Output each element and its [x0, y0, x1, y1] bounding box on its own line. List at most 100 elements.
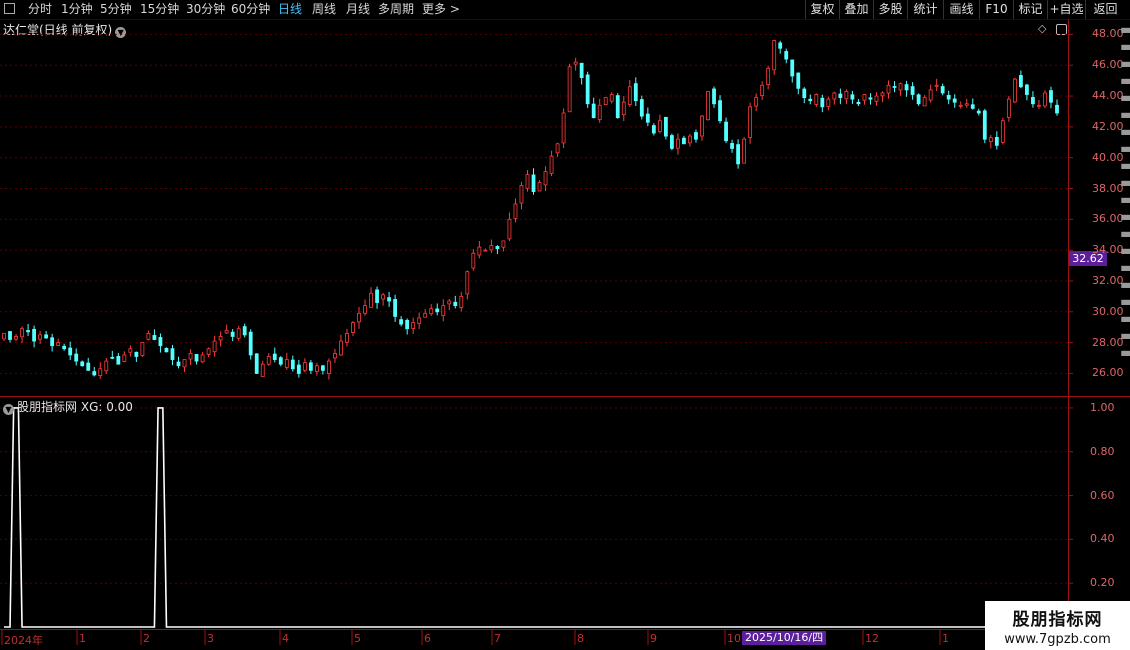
chevron-down-icon[interactable]: ▼: [3, 404, 14, 415]
candle-body: [1049, 90, 1053, 103]
candle-body: [495, 246, 500, 250]
candle-body: [970, 104, 975, 109]
indicator-axis-label: 0.20: [1090, 576, 1115, 590]
candle-body: [952, 98, 957, 103]
candle-body: [531, 174, 536, 192]
candle-body: [351, 322, 355, 333]
candle-body: [2, 332, 6, 340]
candle-body: [62, 345, 67, 350]
candle-body: [56, 342, 61, 346]
candle-body: [236, 328, 241, 339]
candle-body: [8, 331, 12, 340]
candle-body: [32, 328, 36, 342]
candle-body: [706, 91, 710, 121]
price-axis-label: 26.00: [1092, 366, 1124, 380]
candle-body: [988, 137, 993, 142]
watermark: 股朋指标网 www.7gpzb.com: [985, 601, 1130, 650]
candle-body: [50, 337, 55, 347]
candle-body: [86, 362, 91, 371]
candle-body: [1018, 75, 1023, 88]
candle-body: [1043, 92, 1047, 107]
candle-body: [688, 135, 692, 144]
candle-body: [910, 86, 915, 95]
candle-body: [68, 347, 73, 356]
candle-body: [615, 95, 620, 119]
candle-body: [224, 329, 229, 334]
price-axis-label: 48.00: [1092, 27, 1124, 41]
candle-body: [718, 100, 722, 122]
time-axis-label: 3: [207, 632, 214, 645]
candle-body: [170, 348, 175, 360]
candle-body: [609, 94, 614, 102]
candle-body: [916, 94, 921, 105]
candle-body: [874, 95, 879, 102]
candle-body: [116, 355, 121, 365]
candle-body: [26, 330, 30, 333]
candle-body: [399, 319, 404, 325]
candle-body: [20, 328, 24, 338]
candle-body: [489, 245, 494, 251]
time-axis-label: 8: [577, 632, 584, 645]
candle-body: [339, 340, 343, 356]
candle-body: [862, 94, 867, 101]
price-axis-label: 34.00: [1092, 243, 1124, 257]
candle-body: [254, 353, 259, 374]
candle-body: [748, 106, 753, 138]
candle-body: [976, 110, 981, 114]
candle-body: [670, 135, 674, 149]
candle-body: [447, 300, 452, 305]
candle-body: [345, 332, 349, 343]
candle-body: [597, 104, 602, 120]
candle-body: [754, 97, 759, 107]
indicator-value: XG: 0.00: [80, 400, 133, 414]
candle-body: [694, 132, 698, 140]
candle-body: [327, 360, 331, 375]
candle-body: [856, 101, 861, 105]
candle-body: [639, 99, 644, 117]
candle-body: [423, 312, 428, 318]
candle-body: [140, 342, 145, 356]
price-axis-label: 36.00: [1092, 212, 1124, 226]
watermark-url: www.7gpzb.com: [1004, 632, 1111, 647]
candle-body: [603, 97, 608, 106]
candle-body: [838, 93, 843, 98]
time-axis-label: 1: [942, 632, 949, 645]
candle-body: [405, 319, 410, 330]
candle-body: [796, 72, 801, 89]
candle-body: [284, 359, 289, 368]
candle-body: [308, 362, 313, 371]
price-axis-label: 42.00: [1092, 119, 1124, 133]
candle-body: [832, 92, 837, 100]
candle-body: [1000, 120, 1005, 143]
candle-body: [260, 363, 265, 378]
candle-body: [314, 365, 319, 372]
candle-body: [74, 353, 79, 362]
xg-indicator-series: [4, 407, 1057, 628]
candle-body: [525, 174, 530, 189]
candle-body: [928, 89, 933, 101]
candle-body: [1055, 104, 1059, 114]
candle-body: [435, 308, 440, 313]
candle-body: [375, 289, 379, 303]
time-axis-label: 12: [865, 632, 879, 645]
candle-body: [663, 116, 668, 137]
candle-body: [645, 113, 650, 123]
watermark-title: 股朋指标网: [1012, 610, 1103, 630]
price-axis-label: 30.00: [1092, 304, 1124, 318]
candle-body: [820, 97, 825, 108]
candle-body: [278, 357, 283, 365]
candle-body: [784, 51, 789, 60]
candle-body: [922, 97, 927, 107]
candle-body: [357, 312, 361, 323]
candle-body: [164, 347, 169, 353]
candle-body: [549, 155, 554, 174]
candle-body: [483, 249, 488, 252]
candle-body: [730, 143, 734, 149]
cursor-date-tag: 2025/10/16/四: [742, 631, 827, 645]
candle-body: [80, 361, 85, 367]
candle-body: [411, 322, 416, 329]
candle-body: [742, 138, 747, 164]
candle-body: [248, 331, 253, 356]
candle-body: [417, 317, 422, 324]
indicator-axis-label: 0.40: [1090, 532, 1115, 546]
